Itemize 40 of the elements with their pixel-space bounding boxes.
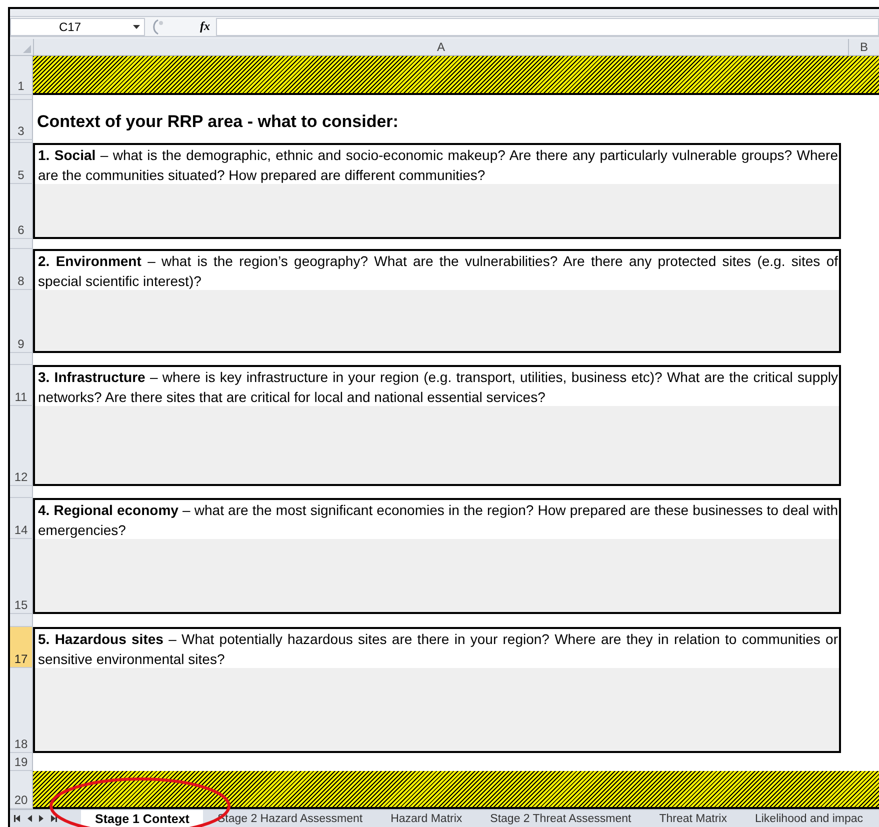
row-header[interactable]: 17 (10, 627, 33, 668)
row-header[interactable]: 8 (10, 249, 33, 290)
question-text: 2. Environment – what is the region’s geography? What are the vulnerabilities? Are there any protected sites (e.g. sites of special scientific interest)? (33, 249, 841, 290)
answer-box[interactable] (33, 406, 841, 486)
column-header[interactable]: B (849, 39, 879, 56)
row-header[interactable]: 11 (10, 365, 33, 406)
question-text: 5. Hazardous sites – What potentially hazardous sites are there in your region? Where are they in relation to communities or sensitive environmental sites? (33, 627, 841, 668)
previous-sheet-icon[interactable] (26, 815, 33, 822)
row-header[interactable]: 9 (10, 290, 33, 354)
first-sheet-icon[interactable] (14, 815, 21, 822)
row-header[interactable]: 3 (10, 100, 33, 140)
dropdown-caret-icon[interactable] (133, 24, 140, 29)
sheet-tab[interactable]: Threat Matrix (645, 810, 741, 827)
section-title: Context of your RRP area - what to consider: (36, 111, 400, 132)
question-text: 3. Infrastructure – where is key infrastructure in your region (e.g. transport, utilities, business etc)? What are the critical supply networks? Are there sites that are critical for local and national essential services? (33, 365, 841, 406)
row-header[interactable]: 6 (10, 184, 33, 240)
answer-box[interactable] (33, 184, 841, 240)
row-header[interactable]: 15 (10, 539, 33, 614)
function-button[interactable]: fx (200, 19, 216, 34)
row-header[interactable]: 1 (10, 56, 33, 96)
sheet-tab[interactable]: Hazard Matrix (376, 810, 476, 827)
sheet-tab[interactable]: Likelihood and impac (740, 810, 878, 827)
question-text: 1. Social – what is the demographic, ethnic and socio-economic makeup? Are there any particularly vulnerable groups? Where are the communities situated? How prepared are different communities? (33, 143, 841, 184)
row-header[interactable]: 20 (10, 771, 33, 810)
next-sheet-icon[interactable] (38, 815, 45, 822)
answer-box[interactable] (33, 539, 841, 614)
answer-box[interactable] (33, 290, 841, 354)
row-header[interactable]: 12 (10, 406, 33, 486)
row-header[interactable]: 5 (10, 143, 33, 184)
question-text: 4. Regional economy – what are the most significant economies in the region? How prepared are these businesses to deal with emergencies? (33, 498, 841, 540)
name-box[interactable]: C17 (10, 18, 145, 36)
last-sheet-icon[interactable] (50, 815, 57, 822)
sheet-tab[interactable]: Stage 2 Threat Assessment (476, 810, 646, 827)
row-header[interactable]: 19 (10, 753, 33, 772)
row-header[interactable]: 18 (10, 668, 33, 754)
row-header[interactable]: 14 (10, 498, 33, 540)
formula-field[interactable] (216, 18, 879, 36)
column-header[interactable]: A (34, 39, 849, 56)
sheet-tab[interactable]: Stage 1 Context (81, 810, 204, 827)
answer-box[interactable] (33, 668, 841, 754)
